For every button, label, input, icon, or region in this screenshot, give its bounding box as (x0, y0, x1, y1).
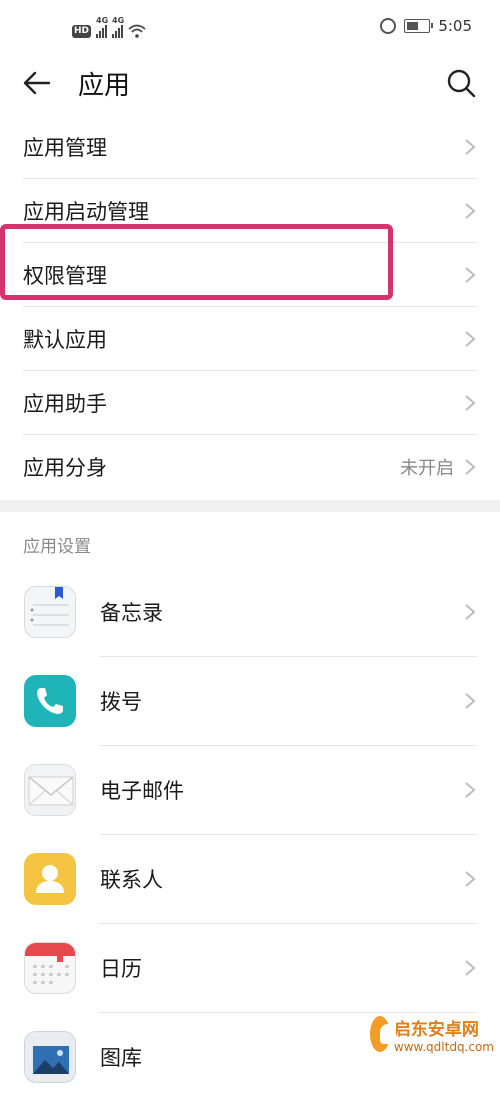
chevron-right-icon (465, 267, 476, 283)
app-row-contacts[interactable]: 联系人 (0, 835, 500, 923)
watermark-logo-icon (370, 1016, 396, 1052)
chevron-right-icon (465, 782, 476, 798)
contacts-icon (24, 853, 76, 905)
mail-icon (24, 764, 76, 816)
back-arrow-icon[interactable] (22, 68, 52, 98)
status-left: HD 4G 4G (72, 16, 146, 38)
menu-item-app-twin[interactable]: 应用分身 未开启 (0, 435, 500, 499)
chevron-right-icon (465, 203, 476, 219)
menu-item-label: 默认应用 (23, 328, 107, 352)
highlight-box (0, 224, 393, 300)
signal-icon: 4G (96, 16, 109, 38)
network-type: 4G (112, 16, 125, 25)
phone-icon (24, 675, 76, 727)
chevron-right-icon (465, 960, 476, 976)
chevron-right-icon (465, 871, 476, 887)
watermark: 启东安卓网 www.qdltdq.com (370, 1004, 494, 1064)
menu-item-app-management[interactable]: 应用管理 (0, 115, 500, 179)
menu-item-app-assistant[interactable]: 应用助手 (0, 371, 500, 435)
app-row-email[interactable]: 电子邮件 (0, 746, 500, 834)
menu-item-label: 应用启动管理 (23, 200, 149, 224)
app-twin-status: 未开启 (400, 458, 454, 479)
status-right: 5:05 (380, 17, 472, 35)
section-title: 应用设置 (23, 537, 91, 557)
watermark-title: 启东安卓网 (393, 1019, 479, 1040)
status-bar: HD 4G 4G 5:05 (0, 0, 500, 58)
app-label: 备忘录 (100, 601, 163, 625)
watermark-url: www.qdltdq.com (393, 1039, 494, 1054)
chevron-right-icon (465, 139, 476, 155)
app-label: 日历 (100, 957, 142, 981)
chevron-right-icon (465, 604, 476, 620)
app-label: 图库 (100, 1046, 142, 1070)
calendar-icon (24, 942, 76, 994)
network-type: 4G (96, 16, 109, 25)
menu-item-label: 应用分身 (23, 456, 107, 480)
gallery-icon (24, 1031, 76, 1083)
app-label: 拨号 (100, 690, 142, 714)
notes-icon (24, 586, 76, 638)
section-gap (0, 500, 500, 512)
chevron-right-icon (465, 395, 476, 411)
menu-item-default-apps[interactable]: 默认应用 (0, 307, 500, 371)
chevron-right-icon (465, 331, 476, 347)
signal-icon: 4G (112, 16, 125, 38)
menu-item-label: 应用管理 (23, 136, 107, 160)
chevron-right-icon (465, 693, 476, 709)
app-label: 联系人 (100, 868, 163, 892)
app-row-calendar[interactable]: 日历 (0, 924, 500, 1012)
menu-item-label: 应用助手 (23, 392, 107, 416)
battery-icon (404, 19, 434, 33)
chevron-right-icon (465, 459, 476, 475)
app-header: 应用 (0, 58, 500, 110)
page-title: 应用 (78, 71, 131, 101)
alarm-icon (380, 18, 397, 34)
app-label: 电子邮件 (100, 779, 184, 803)
app-row-dialer[interactable]: 拨号 (0, 657, 500, 745)
app-row-notes[interactable]: 备忘录 (0, 568, 500, 656)
clock: 5:05 (438, 17, 472, 35)
search-icon[interactable] (446, 68, 476, 98)
wifi-icon (128, 24, 146, 38)
hd-badge: HD (72, 25, 92, 38)
